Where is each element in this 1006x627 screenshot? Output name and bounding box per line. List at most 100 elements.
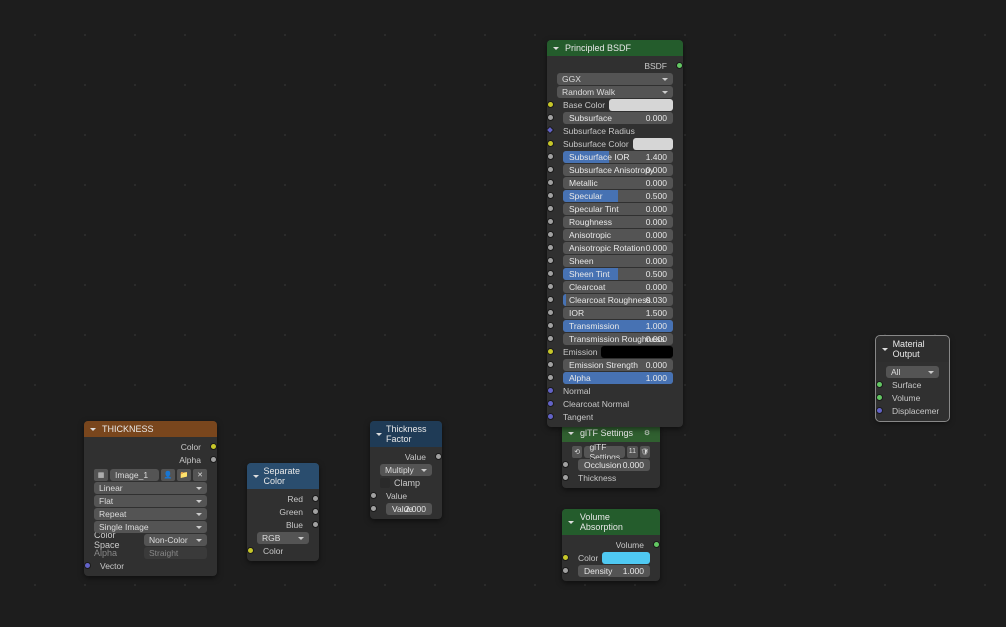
socket-in-color[interactable] [247,547,254,554]
socket-out-bsdf[interactable] [676,62,683,69]
socket-out-green[interactable] [312,508,319,515]
socket-out-blue[interactable] [312,521,319,528]
socket-row-anisotropic-rotation[interactable]: Anisotropic Rotation0.000 [551,241,679,254]
node-thickness-image[interactable]: THICKNESS Color Alpha ▦ Image_1 👤 📁 ✕ Li… [84,421,217,576]
extension-select[interactable]: Repeat [94,508,207,520]
socket-row-sheen[interactable]: Sheen0.000 [551,254,679,267]
socket-in[interactable] [547,309,554,316]
nodegroup-browse-icon[interactable]: ⟲ [572,446,582,458]
node-header[interactable]: Principled BSDF [547,40,683,56]
density-slider[interactable]: Density 1.000 [578,565,650,577]
socket-row-clearcoat-roughness[interactable]: Clearcoat Roughness0.030 [551,293,679,306]
socket-row-subsurface-radius[interactable]: Subsurface Radius [551,124,679,137]
sss-method-select[interactable]: Random Walk [557,86,673,98]
socket-in[interactable] [547,218,554,225]
socket-row-specular[interactable]: Specular0.500 [551,189,679,202]
colorspace-select[interactable]: Non-Color [144,534,207,546]
value-slider[interactable]: Metallic0.000 [563,177,673,189]
value-slider[interactable]: Clearcoat Roughness0.030 [563,294,673,306]
collapse-chevron-icon[interactable] [553,44,561,52]
clamp-checkbox[interactable] [380,478,390,488]
socket-row-transmission-roughness[interactable]: Transmission Roughness0.000 [551,332,679,345]
socket-in-surface[interactable] [876,381,883,388]
value-slider[interactable]: Anisotropic0.000 [563,229,673,241]
socket-in[interactable] [547,192,554,199]
node-principled-bsdf[interactable]: Principled BSDF BSDF GGX Random Walk Bas… [547,40,683,427]
node-material-output[interactable]: Material Output All Surface Volume Displ… [876,336,949,421]
target-select[interactable]: All [886,366,939,378]
socket-in[interactable] [547,114,554,121]
node-separate-color[interactable]: Separate Color Red Green Blue RGB Color [247,463,319,561]
emission-swatch[interactable] [601,346,673,358]
socket-in-alpha[interactable] [547,374,554,381]
node-header[interactable]: Material Output [876,336,949,362]
socket-in[interactable] [547,244,554,251]
node-thickness-factor[interactable]: Thickness Factor Value Multiply Clamp Va… [370,421,442,519]
emission-strength-slider[interactable]: Emission Strength 0.000 [563,359,673,371]
operation-select[interactable]: Multiply [380,464,432,476]
socket-in-vector[interactable] [84,562,91,569]
node-header[interactable]: Separate Color [247,463,319,489]
socket-in[interactable] [547,179,554,186]
socket-row-specular-tint[interactable]: Specular Tint0.000 [551,202,679,215]
socket-in-thickness[interactable] [562,474,569,481]
open-image-icon[interactable]: 📁 [177,469,191,481]
socket-row-ior[interactable]: IOR1.500 [551,306,679,319]
socket-in-tangent[interactable] [547,413,554,420]
socket-row-anisotropic[interactable]: Anisotropic0.000 [551,228,679,241]
socket-row-subsurface-anisotropy[interactable]: Subsurface Anisotropy0.000 [551,163,679,176]
value-slider[interactable]: IOR1.500 [563,307,673,319]
socket-row-clearcoat[interactable]: Clearcoat0.000 [551,280,679,293]
value-slider[interactable]: Sheen Tint0.500 [563,268,673,280]
socket-in-displacement[interactable] [876,407,883,414]
value-slider[interactable]: Clearcoat0.000 [563,281,673,293]
socket-in-emission-strength[interactable] [547,361,554,368]
socket-in-value-b[interactable] [370,505,377,512]
mode-select[interactable]: RGB [257,532,309,544]
socket-in-basecolor[interactable] [547,101,554,108]
color-swatch[interactable] [633,138,673,150]
socket-in[interactable] [547,140,554,147]
fake-user-icon[interactable]: 🛡 [640,446,650,458]
socket-row-subsurface-ior[interactable]: Subsurface IOR1.400 [551,150,679,163]
source-select[interactable]: Single Image [94,521,207,533]
value-b-slider[interactable]: Value 2.000 [386,503,432,515]
basecolor-swatch[interactable] [609,99,673,111]
collapse-chevron-icon[interactable] [882,345,889,353]
value-slider[interactable]: Transmission1.000 [563,320,673,332]
fake-user-icon[interactable]: 👤 [161,469,175,481]
value-slider[interactable]: Roughness0.000 [563,216,673,228]
socket-row-sheen-tint[interactable]: Sheen Tint0.500 [551,267,679,280]
projection-select[interactable]: Flat [94,495,207,507]
value-slider[interactable]: Anisotropic Rotation0.000 [563,242,673,254]
socket-out-value[interactable] [435,453,442,460]
socket-in-color[interactable] [562,554,569,561]
value-slider[interactable]: Transmission Roughness0.000 [563,333,673,345]
socket-in[interactable] [547,166,554,173]
socket-in[interactable] [547,205,554,212]
socket-out-red[interactable] [312,495,319,502]
collapse-chevron-icon[interactable] [568,518,576,526]
image-browse-icon[interactable]: ▦ [94,469,108,481]
socket-in[interactable] [547,231,554,238]
socket-in-volume[interactable] [876,394,883,401]
socket-in-value-a[interactable] [370,492,377,499]
alpha-slider[interactable]: Alpha 1.000 [563,372,673,384]
unlink-icon[interactable]: ✕ [193,469,207,481]
image-name-field[interactable]: Image_1 [110,469,159,481]
collapse-chevron-icon[interactable] [90,425,98,433]
socket-in-cc-normal[interactable] [547,400,554,407]
socket-in[interactable] [547,322,554,329]
socket-in-normal[interactable] [547,387,554,394]
value-slider[interactable]: Subsurface0.000 [563,112,673,124]
node-volume-absorption[interactable]: Volume Absorption Volume Color Density 1… [562,509,660,581]
socket-in-occlusion[interactable] [562,461,569,468]
distribution-select[interactable]: GGX [557,73,673,85]
value-slider[interactable]: Sheen0.000 [563,255,673,267]
user-count[interactable]: 11 [627,446,637,458]
node-header[interactable]: Thickness Factor [370,421,442,447]
socket-in[interactable] [547,296,554,303]
group-icon[interactable]: ⚙ [640,427,654,439]
socket-in-density[interactable] [562,567,569,574]
value-slider[interactable]: Subsurface IOR1.400 [563,151,673,163]
